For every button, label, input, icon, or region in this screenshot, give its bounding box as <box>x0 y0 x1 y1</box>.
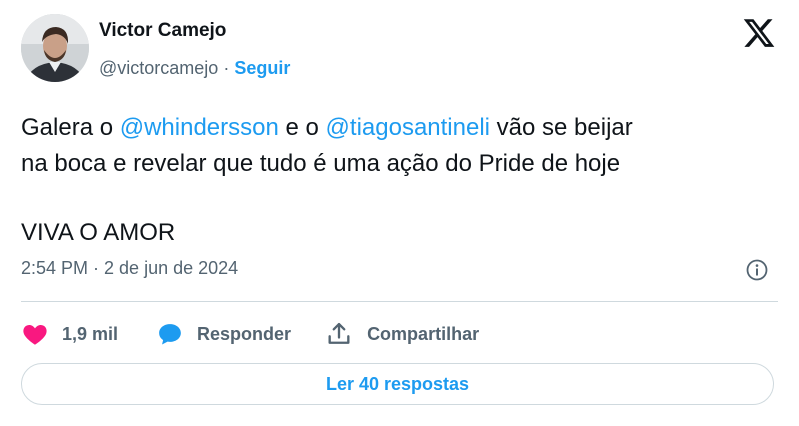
mention-link[interactable]: @whindersson <box>120 114 279 141</box>
action-bar: 1,9 mil Responder Compartilhar <box>21 318 479 350</box>
share-icon <box>328 322 350 344</box>
author-handle-row: @victorcamejo · Seguir <box>99 58 290 79</box>
reply-label: Responder <box>197 323 292 344</box>
tweet-text-segment: vão se beijar <box>490 114 633 141</box>
tweet-text: Galera o @whindersson e o @tiagosantinel… <box>21 110 781 251</box>
tweet-text-segment: e o <box>278 114 326 141</box>
tweet-embed-card: Victor Camejo @victorcamejo · Seguir Gal… <box>0 0 799 426</box>
info-icon[interactable] <box>745 258 769 282</box>
divider <box>21 301 778 302</box>
follow-button[interactable]: Seguir <box>234 58 290 78</box>
share-button[interactable]: Compartilhar <box>325 320 479 348</box>
heart-icon <box>23 325 47 345</box>
tweet-timestamp[interactable]: 2:54 PM · 2 de jun de 2024 <box>21 258 238 279</box>
tweet-line-3: VIVA O AMOR <box>21 219 176 246</box>
author-handle[interactable]: @victorcamejo <box>99 58 218 78</box>
like-button[interactable]: 1,9 mil <box>21 320 118 348</box>
like-count: 1,9 mil <box>62 323 119 344</box>
avatar[interactable] <box>21 14 89 82</box>
reply-button[interactable]: Responder <box>156 320 291 348</box>
tweet-line-1: Galera o @whindersson e o @tiagosantinel… <box>21 110 781 146</box>
tweet-text-segment: Galera o <box>21 114 120 141</box>
x-logo-icon[interactable] <box>742 16 776 50</box>
author-name[interactable]: Victor Camejo <box>99 20 226 42</box>
reply-bubble-icon <box>159 324 181 345</box>
share-label: Compartilhar <box>367 323 480 344</box>
separator-dot: · <box>223 58 230 78</box>
mention-link[interactable]: @tiagosantineli <box>326 114 490 141</box>
read-replies-button[interactable]: Ler 40 respostas <box>21 363 774 405</box>
tweet-line-2: na boca e revelar que tudo é uma ação do… <box>21 150 621 177</box>
